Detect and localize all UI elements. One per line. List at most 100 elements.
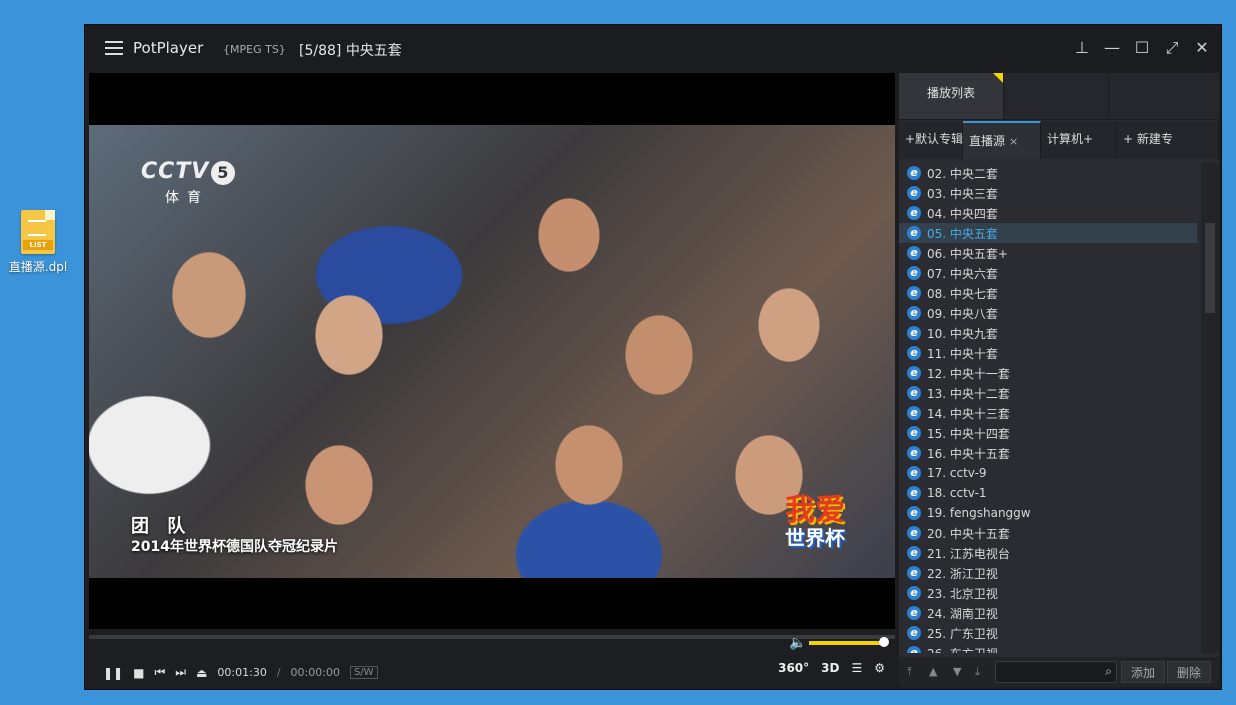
playlist-item[interactable]: e 17. cctv-9 xyxy=(899,463,1197,483)
playlist-item-label: 05. 中央五套 xyxy=(927,226,998,241)
stream-link-icon: e xyxy=(907,386,921,400)
desktop-file-icon[interactable]: LIST 直播源.dpl xyxy=(4,210,72,275)
stream-link-icon: e xyxy=(907,446,921,460)
maximize-icon[interactable]: ☐ xyxy=(1133,39,1151,57)
overlay-subtitle: 2014年世界杯德国队夺冠纪录片 xyxy=(131,539,338,555)
stop-icon[interactable]: ■ xyxy=(133,666,144,680)
app-name: PotPlayer xyxy=(133,39,204,57)
previous-icon[interactable]: ⏮ xyxy=(154,665,165,680)
playlist-item[interactable]: e 21. 江苏电视台 xyxy=(899,543,1197,563)
volume-slider[interactable] xyxy=(809,641,881,645)
playlist-item[interactable]: e 25. 广东卫视 xyxy=(899,623,1197,643)
volume-icon[interactable]: 🔈 xyxy=(789,635,806,651)
playlist-item[interactable]: e 03. 中央三套 xyxy=(899,183,1197,203)
channel-logo: CCTV 5 xyxy=(141,159,236,185)
playlist-item-label: 02. 中央二套 xyxy=(927,166,998,181)
stream-link-icon: e xyxy=(907,166,921,180)
playlist-item[interactable]: e 06. 中央五套+ xyxy=(899,243,1197,263)
playlist-item[interactable]: e 05. 中央五套 xyxy=(899,223,1197,243)
potplayer-window: PotPlayer {MPEG TS} [5/88] 中央五套 ⊥ — ☐ ⤢ … xyxy=(84,24,1222,690)
playlist-item[interactable]: e 10. 中央九套 xyxy=(899,323,1197,343)
settings-gear-icon[interactable]: ⚙ xyxy=(874,661,885,675)
stream-link-icon: e xyxy=(907,526,921,540)
playlist-search-input[interactable]: ⌕ xyxy=(995,661,1117,683)
playlist-item[interactable]: e 26. 东方卫视 xyxy=(899,643,1197,653)
playlist-item[interactable]: e 13. 中央十二套 xyxy=(899,383,1197,403)
stream-link-icon: e xyxy=(907,326,921,340)
move-top-icon[interactable]: ⤒ xyxy=(907,665,912,679)
playlist-item-label: 04. 中央四套 xyxy=(927,206,998,221)
volume-knob[interactable] xyxy=(879,637,889,647)
tab-empty-1[interactable] xyxy=(1003,73,1109,119)
stream-link-icon: e xyxy=(907,206,921,220)
sw-button[interactable]: S/W xyxy=(349,666,378,679)
current-time: 00:01:30 xyxy=(217,666,267,679)
playlist-scrollbar[interactable] xyxy=(1201,163,1219,653)
close-tab-icon[interactable]: × xyxy=(1009,135,1018,148)
playlist-item-label: 11. 中央十套 xyxy=(927,346,998,361)
playlist-panel: 播放列表 +默认专辑 直播源 × 计算机+ + 新建专 e 02. 中央二套 e 03. 中央… xyxy=(899,73,1219,687)
playlist-toggle-icon[interactable]: ☰ xyxy=(851,661,862,675)
stream-link-icon: e xyxy=(907,506,921,520)
playlist-item[interactable]: e 09. 中央八套 xyxy=(899,303,1197,323)
playlist-file-icon: LIST xyxy=(21,210,55,254)
stream-link-icon: e xyxy=(907,566,921,580)
video-area[interactable]: CCTV 5 体育 团 队 2014年世界杯德国队夺冠纪录片 我爱 世界杯 xyxy=(89,73,895,629)
playlist-item[interactable]: e 11. 中央十套 xyxy=(899,343,1197,363)
playlist-item-label: 23. 北京卫视 xyxy=(927,586,998,601)
add-button[interactable]: 添加 xyxy=(1121,661,1165,683)
playlist-item[interactable]: e 22. 浙江卫视 xyxy=(899,563,1197,583)
video-frame[interactable]: CCTV 5 体育 团 队 2014年世界杯德国队夺冠纪录片 我爱 世界杯 xyxy=(89,125,895,578)
stream-link-icon: e xyxy=(907,226,921,240)
playlist-item[interactable]: e 07. 中央六套 xyxy=(899,263,1197,283)
stream-link-icon: e xyxy=(907,406,921,420)
playlist-item-label: 07. 中央六套 xyxy=(927,266,998,281)
channel-sub: 体育 xyxy=(165,190,209,206)
move-down-icon[interactable]: ▼ xyxy=(953,665,961,678)
playlist-item[interactable]: e 19. fengshanggw xyxy=(899,503,1197,523)
next-icon[interactable]: ⏭ xyxy=(175,665,186,680)
eject-icon[interactable]: ⏏ xyxy=(196,666,207,680)
playlist-tab[interactable]: 直播源 × xyxy=(963,121,1041,159)
stream-link-icon: e xyxy=(907,266,921,280)
playlist-footer: ⤒ ▲ ▼ ⤓ ⌕ 添加 删除 xyxy=(899,657,1219,687)
playlist-item-label: 25. 广东卫视 xyxy=(927,626,998,641)
seek-bar[interactable] xyxy=(89,635,895,639)
menu-icon[interactable] xyxy=(105,41,123,55)
playlist-item-label: 20. 中央十五套 xyxy=(927,526,1010,541)
stream-link-icon: e xyxy=(907,606,921,620)
playlist-item[interactable]: e 24. 湖南卫视 xyxy=(899,603,1197,623)
title-bar[interactable]: PotPlayer {MPEG TS} [5/88] 中央五套 ⊥ — ☐ ⤢ … xyxy=(85,25,1221,73)
playlist-item[interactable]: e 18. cctv-1 xyxy=(899,483,1197,503)
playlist-item[interactable]: e 02. 中央二套 xyxy=(899,163,1197,183)
playlist-item[interactable]: e 04. 中央四套 xyxy=(899,203,1197,223)
playlist-item[interactable]: e 15. 中央十四套 xyxy=(899,423,1197,443)
delete-button[interactable]: 删除 xyxy=(1167,661,1211,683)
playlist-item[interactable]: e 16. 中央十五套 xyxy=(899,443,1197,463)
pin-icon[interactable]: ⊥ xyxy=(1073,39,1091,57)
tab-playlist[interactable]: 播放列表 xyxy=(899,73,1003,119)
playlist-item[interactable]: e 12. 中央十一套 xyxy=(899,363,1197,383)
3d-button[interactable]: 3D xyxy=(821,661,839,675)
search-icon[interactable]: ⌕ xyxy=(1105,664,1112,679)
playlist-tab-label: 计算机+ xyxy=(1047,132,1094,146)
playlist-item[interactable]: e 23. 北京卫视 xyxy=(899,583,1197,603)
minimize-icon[interactable]: — xyxy=(1103,39,1121,57)
fullscreen-icon[interactable]: ⤢ xyxy=(1163,39,1181,57)
move-up-icon[interactable]: ▲ xyxy=(929,665,937,678)
playlist-item[interactable]: e 14. 中央十三套 xyxy=(899,403,1197,423)
playlist-item[interactable]: e 08. 中央七套 xyxy=(899,283,1197,303)
playlist-tab[interactable]: +默认专辑 xyxy=(899,121,963,159)
format-label: {MPEG TS} xyxy=(223,43,286,56)
tab-empty-2[interactable] xyxy=(1108,73,1220,119)
close-icon[interactable]: ✕ xyxy=(1193,39,1211,57)
playlist-tab-label: + 新建专 xyxy=(1123,132,1173,146)
overlay-title: 团 队 xyxy=(131,516,192,537)
move-bottom-icon[interactable]: ⤓ xyxy=(975,665,980,679)
pause-icon[interactable]: ❚❚ xyxy=(103,666,123,680)
playlist-tab[interactable]: + 新建专 xyxy=(1117,121,1219,159)
vr-360-button[interactable]: 360° xyxy=(778,661,809,675)
playlist-item-label: 15. 中央十四套 xyxy=(927,426,1010,441)
playlist-tab[interactable]: 计算机+ xyxy=(1041,121,1117,159)
playlist-item[interactable]: e 20. 中央十五套 xyxy=(899,523,1197,543)
